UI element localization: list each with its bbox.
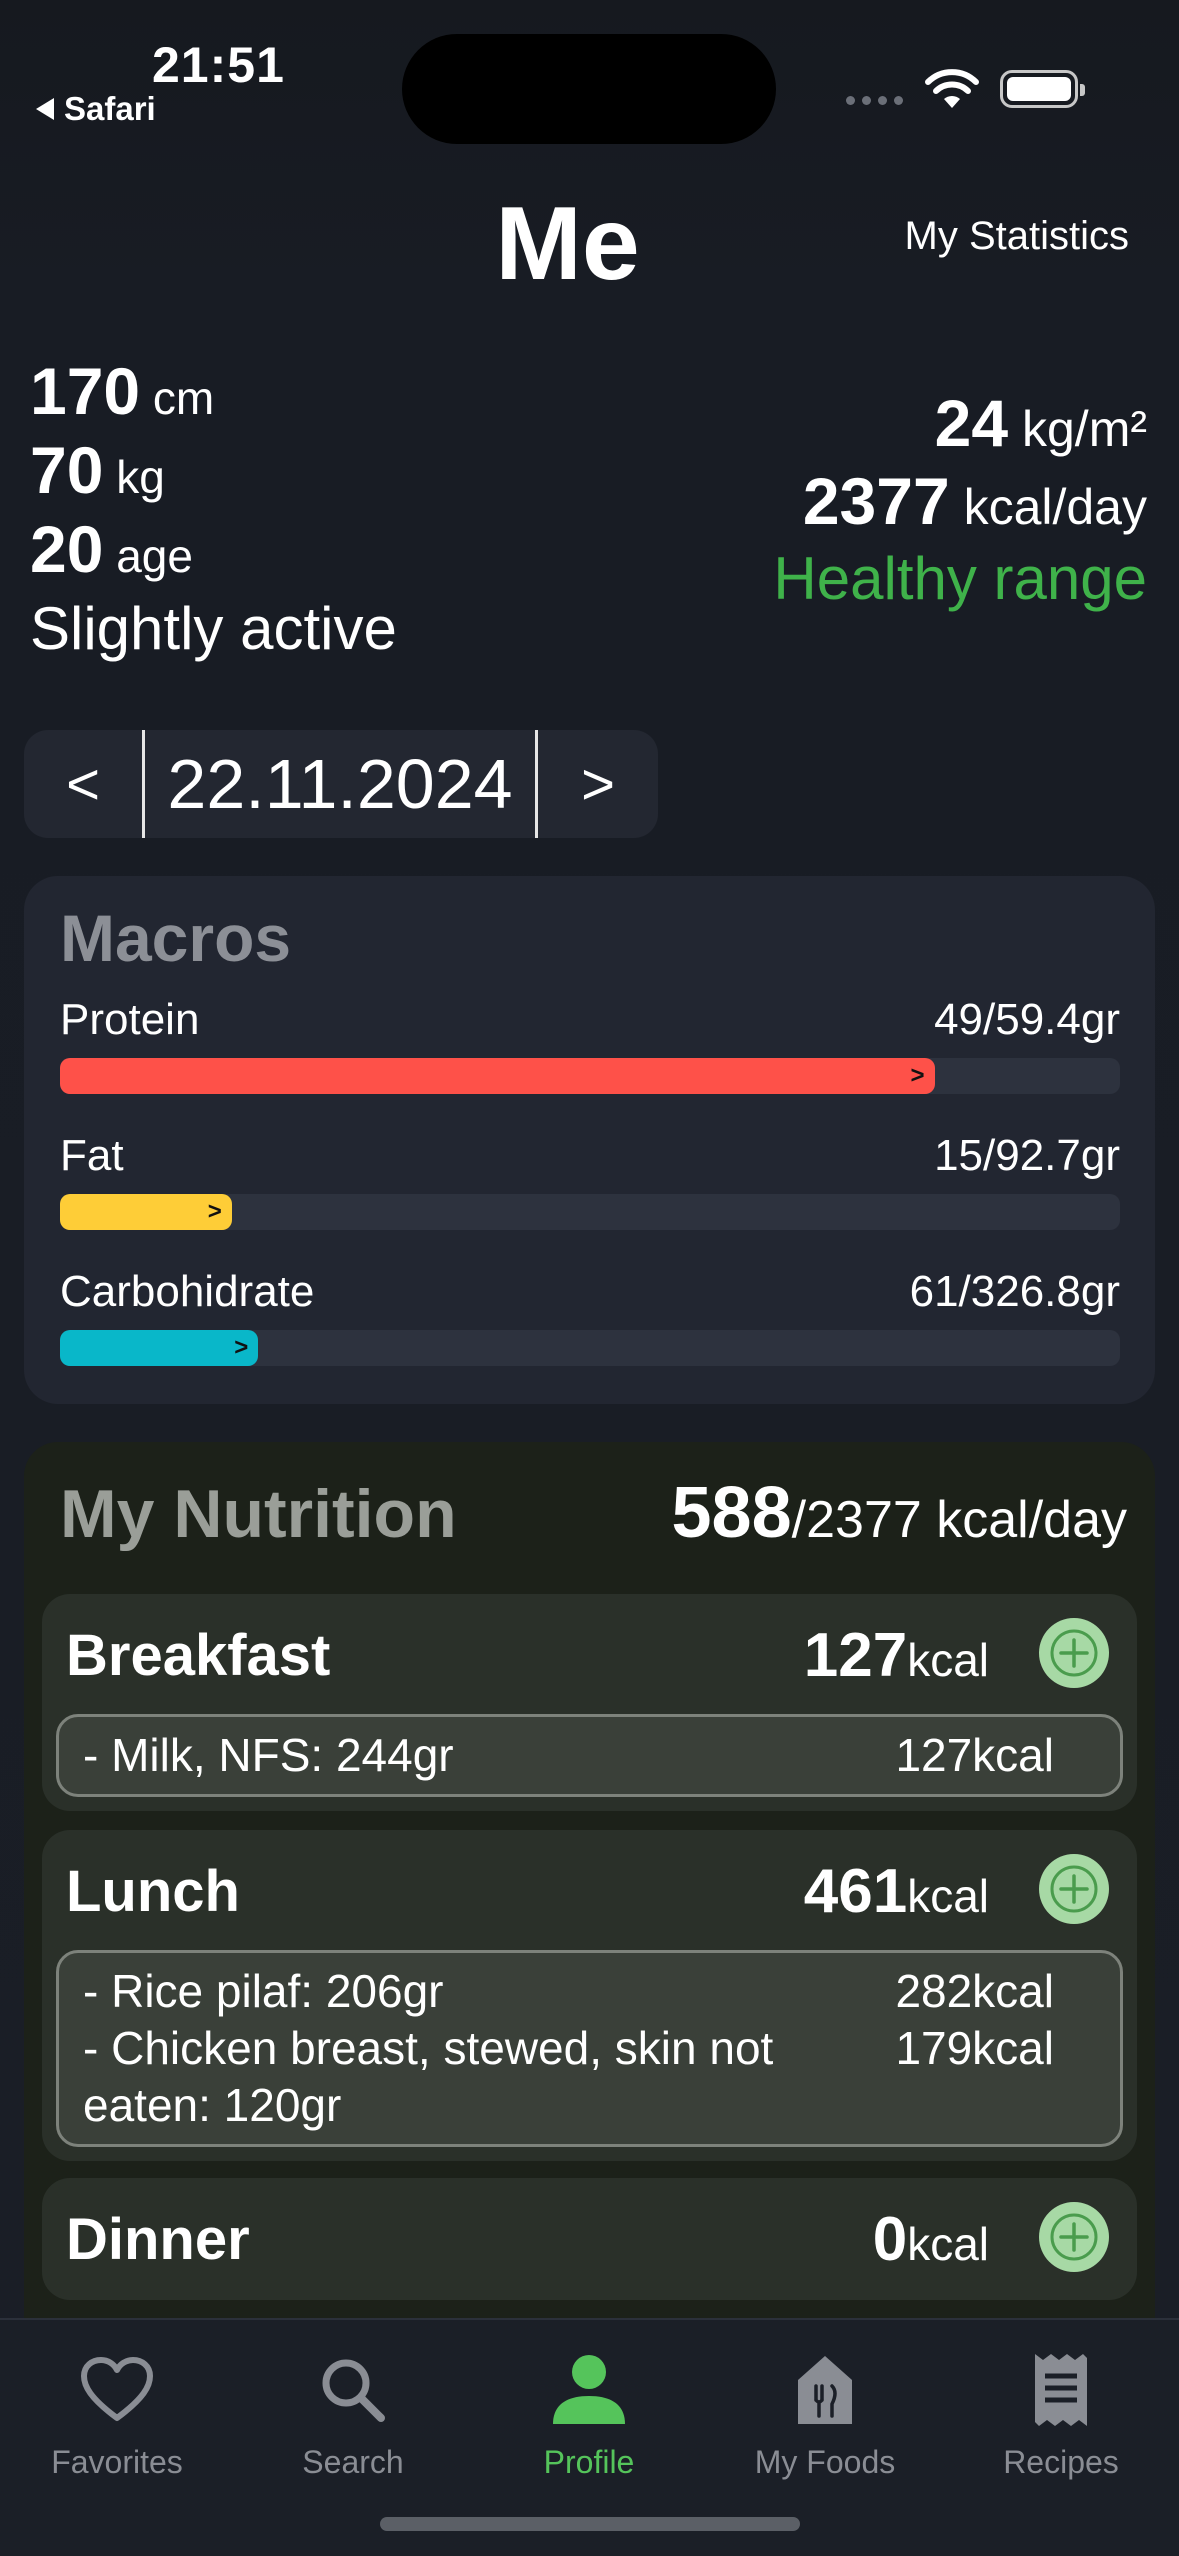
food-entry[interactable]: - Rice pilaf: 206gr 282kcal bbox=[83, 1963, 1054, 2020]
chevron-right-icon: > bbox=[910, 1062, 925, 1089]
wifi-icon bbox=[925, 69, 979, 108]
food-name: - Rice pilaf: 206gr bbox=[83, 1965, 444, 2017]
macro-amount: 15/92.7gr bbox=[934, 1131, 1120, 1180]
activity-level: Slightly active bbox=[30, 595, 397, 662]
chevron-right-icon: > bbox=[234, 1334, 249, 1361]
profile-results: 24 kg/m² 2377 kcal/day Healthy range bbox=[773, 384, 1147, 618]
macro-name: Fat bbox=[60, 1131, 124, 1180]
height-row: 170 cm bbox=[30, 354, 215, 428]
tab-my-foods[interactable]: My Foods bbox=[725, 2342, 925, 2481]
macro-name: Carbohidrate bbox=[60, 1267, 315, 1316]
food-entry[interactable]: - Chicken breast, stewed, skin not eaten… bbox=[83, 2020, 1054, 2134]
back-app-label: Safari bbox=[64, 90, 156, 127]
fat-progress-bar: > bbox=[60, 1194, 232, 1230]
plus-icon bbox=[1050, 2213, 1098, 2261]
home-indicator bbox=[380, 2517, 800, 2531]
meal-kcal: 0kcal bbox=[872, 2205, 989, 2274]
next-day-button[interactable]: > bbox=[538, 730, 658, 838]
food-entry[interactable]: - Milk, NFS: 244gr 127kcal bbox=[83, 1727, 1054, 1784]
food-kcal: 127kcal bbox=[895, 1729, 1054, 1781]
progress-track: > bbox=[60, 1058, 1120, 1094]
macro-protein[interactable]: Protein 49/59.4gr > bbox=[60, 990, 1120, 1094]
food-kcal: 179kcal bbox=[895, 2022, 1054, 2074]
tab-label: Profile bbox=[543, 2444, 635, 2480]
back-triangle-icon bbox=[36, 98, 54, 120]
tab-label: My Foods bbox=[754, 2444, 896, 2480]
plus-icon bbox=[1050, 1865, 1098, 1913]
bmi-range-label: Healthy range bbox=[773, 545, 1147, 612]
protein-progress-bar: > bbox=[60, 1058, 935, 1094]
tab-label: Favorites bbox=[51, 2444, 183, 2480]
add-food-button[interactable] bbox=[1039, 1618, 1109, 1688]
date-picker: < 22.11.2024 > bbox=[24, 730, 658, 838]
tab-label: Search bbox=[302, 2444, 404, 2480]
progress-track: > bbox=[60, 1194, 1120, 1230]
back-to-app-button[interactable]: Safari bbox=[36, 90, 156, 128]
progress-track: > bbox=[60, 1330, 1120, 1366]
macros-title: Macros bbox=[60, 901, 292, 975]
search-icon bbox=[322, 2359, 385, 2422]
add-food-button[interactable] bbox=[1039, 2202, 1109, 2272]
my-statistics-button[interactable]: My Statistics bbox=[905, 214, 1129, 259]
food-box-icon bbox=[798, 2356, 852, 2424]
chevron-right-icon: > bbox=[207, 1198, 222, 1225]
daily-calories-row: 2377 kcal/day bbox=[802, 464, 1147, 538]
cellular-signal-icon bbox=[846, 96, 903, 105]
status-time: 21:51 bbox=[152, 37, 285, 93]
bmi-row: 24 kg/m² bbox=[934, 386, 1147, 460]
add-food-button[interactable] bbox=[1039, 1854, 1109, 1924]
meal-lunch: Lunch 461kcal - Rice pilaf: 206gr 282kca… bbox=[42, 1830, 1137, 2161]
macro-fat[interactable]: Fat 15/92.7gr > bbox=[60, 1126, 1120, 1230]
weight-row: 70 kg bbox=[30, 433, 165, 507]
food-name: - Milk, NFS: 244gr bbox=[83, 1729, 454, 1781]
profile-metrics: 170 cm 70 kg 20 age Slightly active bbox=[30, 352, 397, 668]
receipt-icon bbox=[1035, 2354, 1087, 2426]
tab-favorites[interactable]: Favorites bbox=[17, 2342, 217, 2481]
food-entries[interactable]: - Milk, NFS: 244gr 127kcal bbox=[56, 1714, 1123, 1797]
tab-recipes[interactable]: Recipes bbox=[961, 2342, 1161, 2481]
nutrition-title: My Nutrition bbox=[60, 1476, 457, 1552]
calorie-total: 588/2377 kcal/day bbox=[671, 1473, 1127, 1553]
macro-name: Protein bbox=[60, 995, 200, 1044]
selected-date[interactable]: 22.11.2024 bbox=[145, 744, 535, 824]
carbohydrate-progress-bar: > bbox=[60, 1330, 259, 1366]
food-name: - Chicken breast, stewed, skin not eaten… bbox=[83, 2022, 774, 2131]
meal-name: Lunch bbox=[66, 1859, 240, 1924]
meal-dinner: Dinner 0kcal bbox=[42, 2178, 1137, 2300]
macro-amount: 61/326.8gr bbox=[909, 1267, 1120, 1316]
dynamic-island bbox=[402, 34, 776, 144]
plus-icon bbox=[1050, 1629, 1098, 1677]
meal-kcal: 127kcal bbox=[803, 1621, 989, 1690]
food-entries[interactable]: - Rice pilaf: 206gr 282kcal - Chicken br… bbox=[56, 1950, 1123, 2147]
meal-kcal: 461kcal bbox=[803, 1857, 989, 1926]
macro-carbohydrate[interactable]: Carbohidrate 61/326.8gr > bbox=[60, 1262, 1120, 1366]
person-icon bbox=[553, 2355, 625, 2424]
meal-name: Breakfast bbox=[66, 1623, 331, 1688]
age-row: 20 age bbox=[30, 512, 193, 586]
heart-icon bbox=[81, 2357, 153, 2421]
food-kcal: 282kcal bbox=[895, 1965, 1054, 2017]
macro-amount: 49/59.4gr bbox=[934, 995, 1120, 1044]
tab-profile[interactable]: Profile bbox=[489, 2342, 689, 2481]
previous-day-button[interactable]: < bbox=[24, 730, 142, 838]
battery-icon bbox=[1000, 70, 1085, 108]
tab-label: Recipes bbox=[1003, 2444, 1119, 2480]
macros-card: Macros Protein 49/59.4gr > Fat 15/92.7gr… bbox=[24, 876, 1155, 1404]
meal-breakfast: Breakfast 127kcal - Milk, NFS: 244gr 127… bbox=[42, 1594, 1137, 1811]
meal-name: Dinner bbox=[66, 2207, 250, 2272]
tab-search[interactable]: Search bbox=[253, 2342, 453, 2481]
screen: 21:51 Safari Me My Statistics 170 cm 70 … bbox=[0, 0, 1179, 2556]
